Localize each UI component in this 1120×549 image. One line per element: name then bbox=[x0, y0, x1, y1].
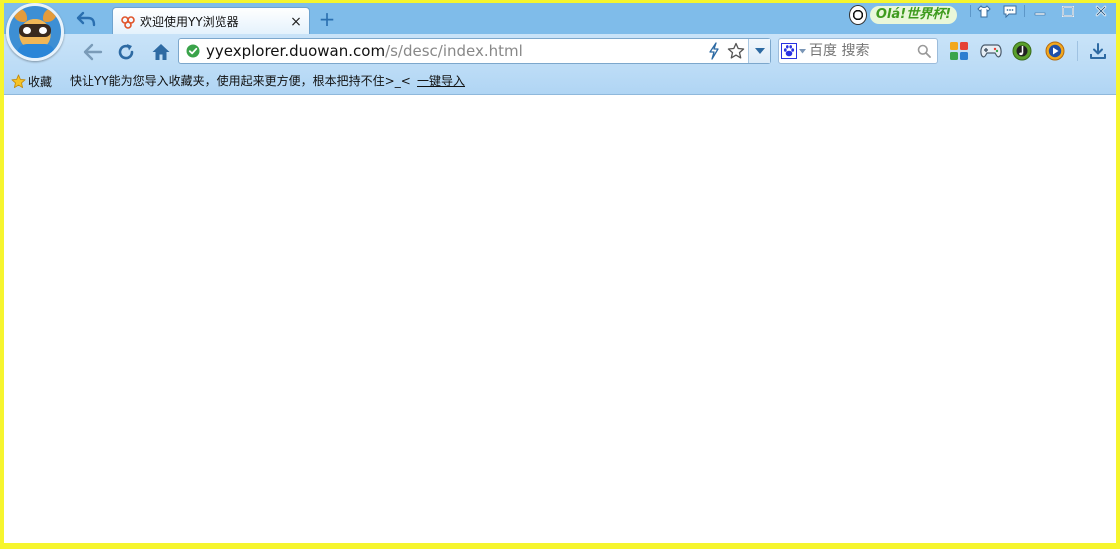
import-hint-text: 快让YY能为您导入收藏夹，使用起来更方便，根本把持不住>_< bbox=[70, 74, 411, 88]
maximize-icon bbox=[1062, 5, 1074, 17]
soccer-ball-icon bbox=[849, 4, 867, 25]
video-play-icon bbox=[1045, 41, 1065, 61]
star-icon bbox=[727, 42, 745, 59]
undo-arrow-icon bbox=[76, 11, 96, 27]
worldcup-promo-text: Olá!世界杯! bbox=[869, 5, 957, 24]
bookmark-star-button[interactable] bbox=[726, 41, 746, 61]
favorites-label: 收藏 bbox=[28, 74, 53, 89]
window-controls-divider bbox=[970, 5, 971, 17]
url-path: /s/desc/index.html bbox=[385, 42, 523, 60]
chat-bubble-icon bbox=[1003, 5, 1017, 18]
video-button[interactable] bbox=[1043, 39, 1067, 63]
url-text[interactable]: yyexplorer.duowan.com/s/desc/index.html bbox=[206, 42, 704, 60]
address-history-dropdown[interactable] bbox=[748, 39, 770, 63]
skin-button[interactable] bbox=[975, 3, 993, 19]
address-bar[interactable]: yyexplorer.duowan.com/s/desc/index.html bbox=[178, 38, 771, 64]
undo-close-tab-button[interactable] bbox=[74, 8, 98, 30]
home-icon bbox=[152, 44, 170, 60]
search-button[interactable] bbox=[914, 41, 934, 61]
baidu-paw-icon bbox=[781, 43, 806, 59]
refresh-icon bbox=[118, 44, 134, 60]
feedback-button[interactable] bbox=[1001, 3, 1019, 19]
game-center-button[interactable] bbox=[979, 39, 1003, 63]
speed-mode-button[interactable] bbox=[704, 41, 724, 61]
worldcup-promo-badge[interactable]: Olá!世界杯! bbox=[849, 3, 957, 26]
search-input[interactable] bbox=[809, 43, 914, 59]
back-button[interactable] bbox=[80, 39, 106, 65]
music-button[interactable] bbox=[1010, 39, 1034, 63]
secure-check-icon bbox=[186, 44, 200, 58]
favorites-star-icon bbox=[11, 74, 26, 88]
maximize-button[interactable] bbox=[1059, 3, 1077, 19]
toolbar-divider bbox=[1077, 41, 1078, 61]
new-tab-button[interactable]: + bbox=[316, 8, 338, 30]
window-controls-divider bbox=[1024, 5, 1025, 17]
one-click-import-link[interactable]: 一键导入 bbox=[417, 71, 465, 91]
shirt-icon bbox=[977, 4, 991, 17]
download-button[interactable] bbox=[1086, 39, 1110, 63]
back-arrow-icon bbox=[83, 43, 103, 61]
search-engine-selector[interactable] bbox=[779, 39, 809, 63]
search-box[interactable] bbox=[778, 38, 938, 64]
lightning-icon bbox=[709, 42, 719, 60]
tab-welcome[interactable]: 欢迎使用YY浏览器 × bbox=[112, 7, 310, 35]
minimize-button[interactable] bbox=[1031, 3, 1049, 19]
home-button[interactable] bbox=[148, 39, 174, 65]
close-window-button[interactable] bbox=[1092, 3, 1110, 19]
tab-title: 欢迎使用YY浏览器 bbox=[140, 15, 239, 29]
yy-raccoon-logo[interactable] bbox=[6, 3, 64, 61]
chevron-down-icon bbox=[754, 48, 765, 54]
logo-eye bbox=[23, 27, 31, 34]
refresh-button[interactable] bbox=[113, 39, 139, 65]
app-center-button[interactable] bbox=[947, 39, 971, 63]
apps-grid-icon bbox=[950, 42, 968, 60]
logo-eye bbox=[39, 27, 47, 34]
yy-favicon-icon bbox=[121, 15, 135, 29]
logo-ear bbox=[43, 8, 57, 22]
logo-ear bbox=[13, 8, 27, 22]
download-icon bbox=[1090, 43, 1106, 59]
gamepad-icon bbox=[980, 44, 1002, 58]
search-icon bbox=[917, 44, 931, 58]
minimize-icon bbox=[1034, 12, 1046, 16]
favorites-button[interactable]: 收藏 bbox=[11, 71, 52, 91]
browser-window: 欢迎使用YY浏览器 × + Olá!世界杯! yyexplorer.duowan… bbox=[4, 3, 1116, 543]
music-note-icon bbox=[1012, 41, 1032, 61]
url-host: yyexplorer.duowan.com bbox=[206, 42, 386, 60]
close-icon bbox=[1095, 5, 1107, 17]
tab-close-button[interactable]: × bbox=[287, 13, 305, 31]
page-content-area[interactable] bbox=[4, 96, 1116, 543]
